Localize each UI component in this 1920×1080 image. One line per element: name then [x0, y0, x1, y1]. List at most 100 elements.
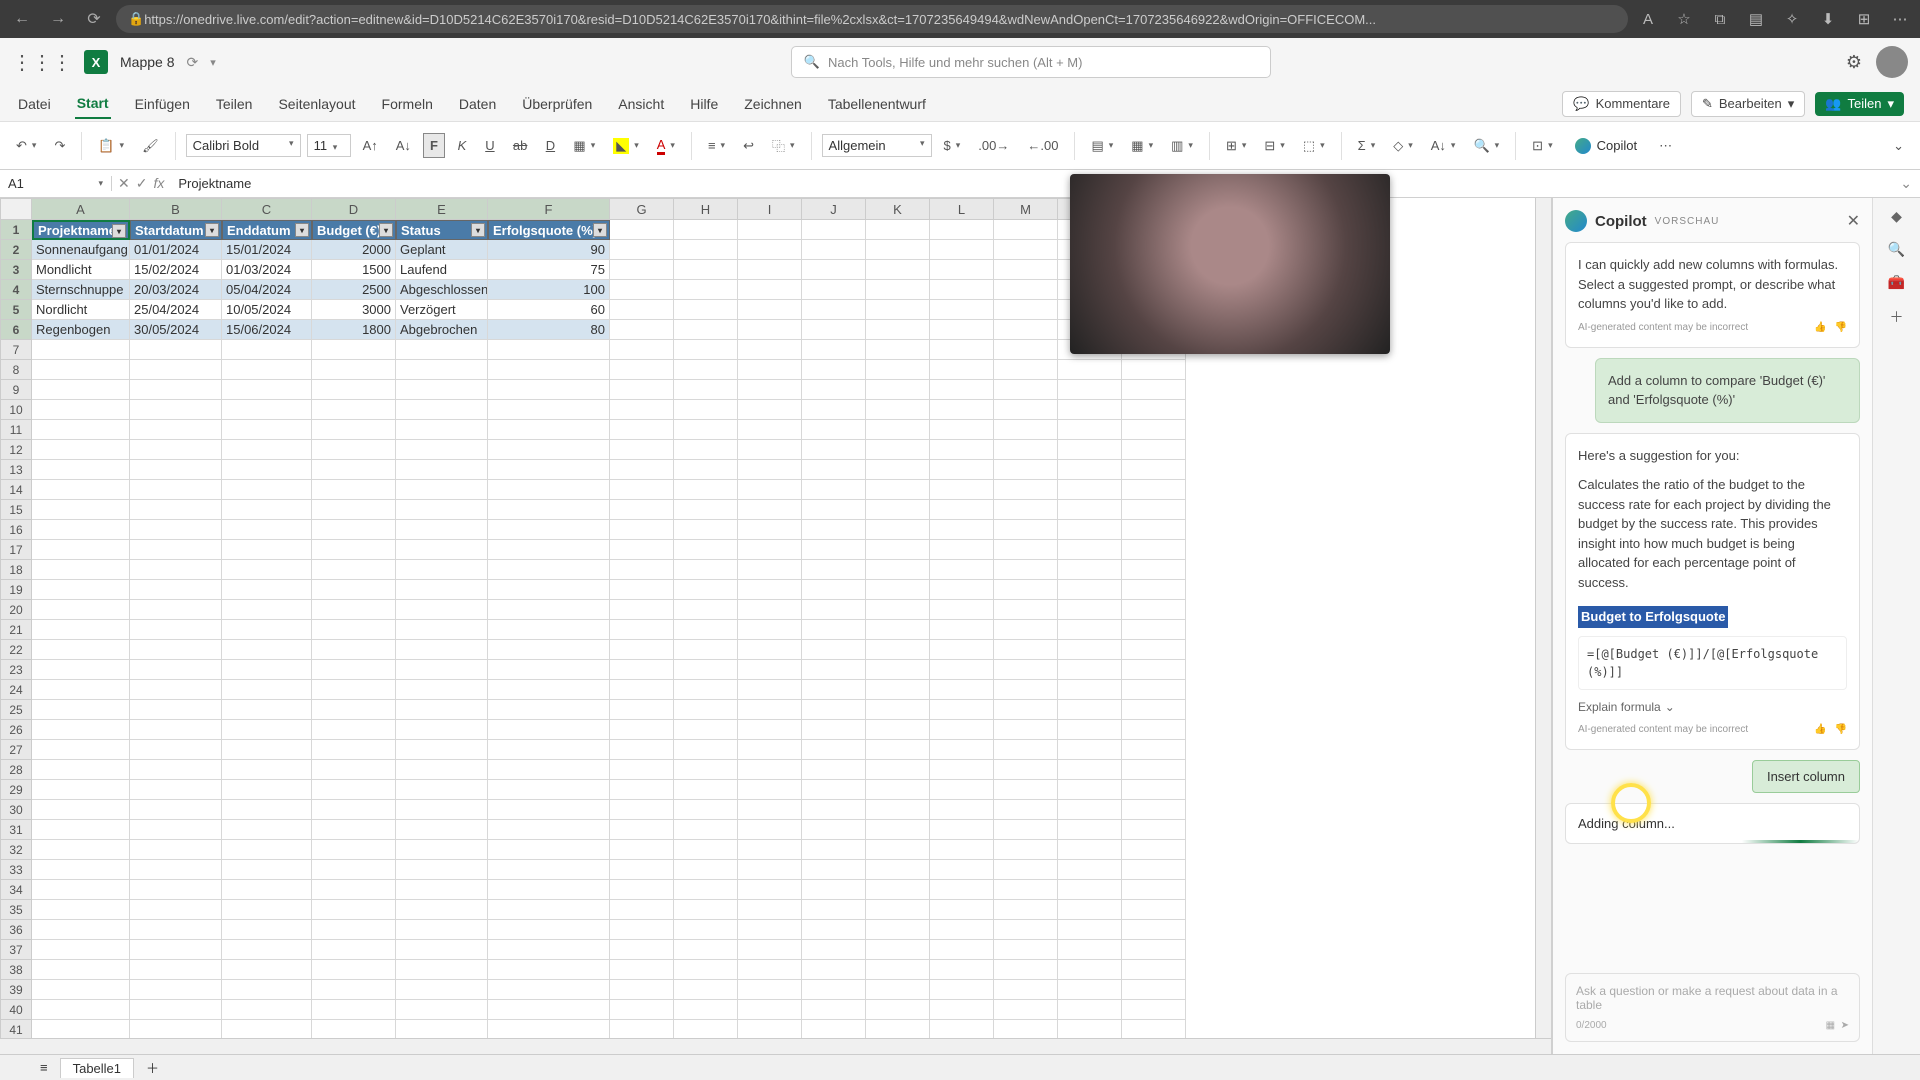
- empty-cell[interactable]: [1122, 700, 1186, 720]
- empty-cell[interactable]: [222, 460, 312, 480]
- empty-cell[interactable]: [610, 380, 674, 400]
- empty-cell[interactable]: [222, 640, 312, 660]
- empty-cell[interactable]: [488, 820, 610, 840]
- empty-cell[interactable]: [610, 660, 674, 680]
- empty-cell[interactable]: [994, 680, 1058, 700]
- empty-cell[interactable]: [1122, 440, 1186, 460]
- empty-cell[interactable]: [930, 660, 994, 680]
- empty-cell[interactable]: [488, 340, 610, 360]
- row-header-16[interactable]: 16: [0, 520, 32, 540]
- tab-tabellenentwurf[interactable]: Tabellenentwurf: [826, 90, 928, 118]
- empty-cell[interactable]: [674, 620, 738, 640]
- empty-cell[interactable]: [488, 920, 610, 940]
- empty-cell[interactable]: [866, 1020, 930, 1040]
- empty-cell[interactable]: [1058, 660, 1122, 680]
- empty-cell[interactable]: [312, 820, 396, 840]
- empty-cell[interactable]: [312, 980, 396, 1000]
- empty-cell[interactable]: [32, 700, 130, 720]
- empty-cell[interactable]: [488, 940, 610, 960]
- extension-icon[interactable]: ✧: [1780, 7, 1804, 31]
- empty-cell[interactable]: [994, 360, 1058, 380]
- row-header-6[interactable]: 6: [0, 320, 32, 340]
- empty-cell[interactable]: [396, 1020, 488, 1040]
- thumbs-down-icon-2[interactable]: 👎: [1835, 722, 1847, 737]
- row-header-39[interactable]: 39: [0, 980, 32, 1000]
- tab-daten[interactable]: Daten: [457, 90, 498, 118]
- empty-cell[interactable]: [396, 960, 488, 980]
- empty-cell[interactable]: [1122, 380, 1186, 400]
- empty-cell[interactable]: [130, 1000, 222, 1020]
- empty-cell[interactable]: [1058, 720, 1122, 740]
- empty-cell[interactable]: [130, 960, 222, 980]
- table-cell[interactable]: 20/03/2024: [130, 280, 222, 300]
- empty-cell[interactable]: [1058, 840, 1122, 860]
- addins-button[interactable]: ⊡▾: [1526, 134, 1558, 158]
- table-cell[interactable]: 10/05/2024: [222, 300, 312, 320]
- empty-cell[interactable]: [674, 840, 738, 860]
- empty-cell[interactable]: [610, 400, 674, 420]
- tab-ueberpruefen[interactable]: Überprüfen: [520, 90, 594, 118]
- empty-cell[interactable]: [396, 540, 488, 560]
- empty-cell[interactable]: [1058, 480, 1122, 500]
- empty-cell[interactable]: [32, 960, 130, 980]
- empty-cell[interactable]: [396, 1000, 488, 1020]
- expand-formula-icon[interactable]: ⌄: [1892, 175, 1920, 192]
- empty-cell[interactable]: [738, 920, 802, 940]
- menu-icon[interactable]: ⋯: [1888, 7, 1912, 31]
- empty-cell[interactable]: [674, 240, 738, 260]
- empty-cell[interactable]: [32, 680, 130, 700]
- empty-cell[interactable]: [488, 1000, 610, 1020]
- empty-cell[interactable]: [674, 1020, 738, 1040]
- empty-cell[interactable]: [674, 440, 738, 460]
- empty-cell[interactable]: [1058, 680, 1122, 700]
- empty-cell[interactable]: [994, 440, 1058, 460]
- clear-button[interactable]: ◇▾: [1387, 134, 1419, 158]
- empty-cell[interactable]: [930, 440, 994, 460]
- empty-cell[interactable]: [994, 400, 1058, 420]
- empty-cell[interactable]: [488, 860, 610, 880]
- row-header-30[interactable]: 30: [0, 800, 32, 820]
- table-header-cell[interactable]: Budget (€)▾: [312, 220, 396, 240]
- empty-cell[interactable]: [312, 360, 396, 380]
- empty-cell[interactable]: [994, 980, 1058, 1000]
- empty-cell[interactable]: [994, 880, 1058, 900]
- decrease-decimal-button[interactable]: ←.00: [1021, 134, 1064, 157]
- underline-button[interactable]: U: [479, 134, 501, 157]
- empty-cell[interactable]: [396, 880, 488, 900]
- empty-cell[interactable]: [930, 540, 994, 560]
- empty-cell[interactable]: [32, 440, 130, 460]
- empty-cell[interactable]: [130, 360, 222, 380]
- table-cell[interactable]: 30/05/2024: [130, 320, 222, 340]
- empty-cell[interactable]: [222, 840, 312, 860]
- empty-cell[interactable]: [1122, 540, 1186, 560]
- empty-cell[interactable]: [488, 520, 610, 540]
- empty-cell[interactable]: [674, 340, 738, 360]
- empty-cell[interactable]: [396, 460, 488, 480]
- empty-cell[interactable]: [1122, 520, 1186, 540]
- empty-cell[interactable]: [312, 380, 396, 400]
- table-cell[interactable]: 3000: [312, 300, 396, 320]
- gear-icon[interactable]: ⚙: [1846, 52, 1862, 73]
- empty-cell[interactable]: [866, 680, 930, 700]
- empty-cell[interactable]: [674, 460, 738, 480]
- empty-cell[interactable]: [1122, 420, 1186, 440]
- empty-cell[interactable]: [994, 460, 1058, 480]
- empty-cell[interactable]: [610, 860, 674, 880]
- empty-cell[interactable]: [738, 940, 802, 960]
- empty-cell[interactable]: [610, 280, 674, 300]
- empty-cell[interactable]: [610, 1020, 674, 1040]
- empty-cell[interactable]: [930, 280, 994, 300]
- empty-cell[interactable]: [312, 800, 396, 820]
- empty-cell[interactable]: [488, 980, 610, 1000]
- empty-cell[interactable]: [396, 400, 488, 420]
- empty-cell[interactable]: [930, 920, 994, 940]
- column-header-F[interactable]: F: [488, 198, 610, 220]
- empty-cell[interactable]: [312, 580, 396, 600]
- empty-cell[interactable]: [312, 1020, 396, 1040]
- empty-cell[interactable]: [488, 640, 610, 660]
- empty-cell[interactable]: [994, 900, 1058, 920]
- empty-cell[interactable]: [130, 560, 222, 580]
- empty-cell[interactable]: [674, 360, 738, 380]
- table-cell[interactable]: 15/06/2024: [222, 320, 312, 340]
- thumbs-down-icon[interactable]: 👎: [1835, 320, 1847, 335]
